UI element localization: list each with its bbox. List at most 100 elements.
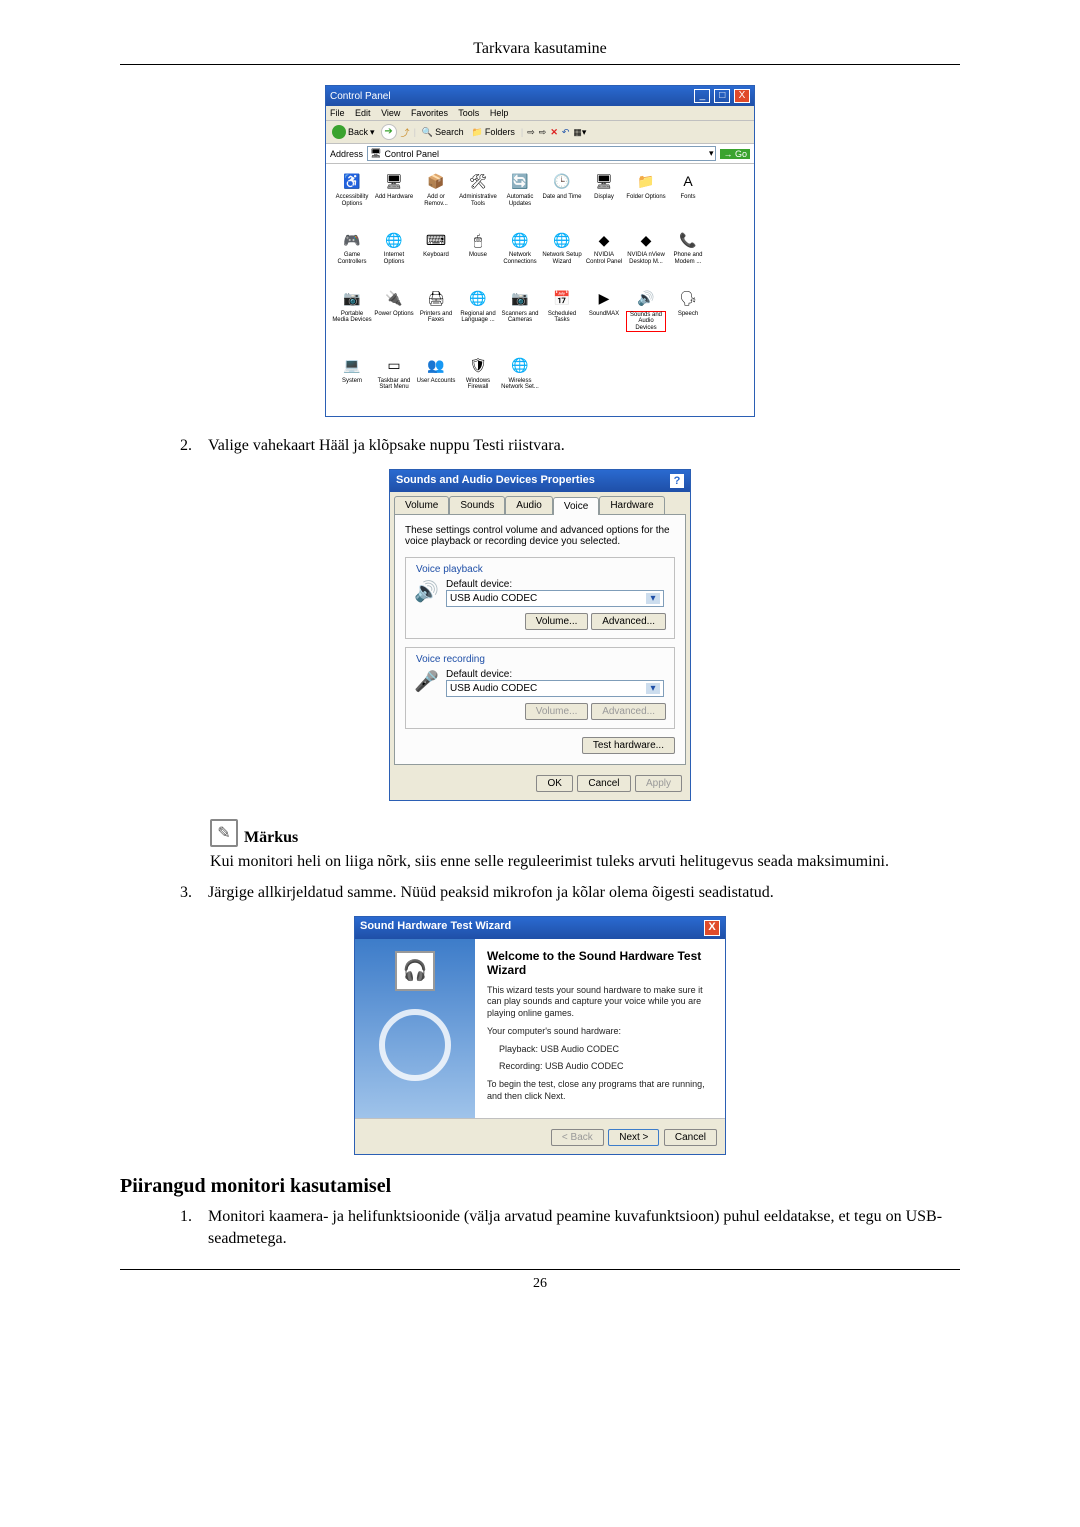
cp-item[interactable]: 📷Portable Media Devices <box>332 287 372 352</box>
cp-item[interactable]: ⌨Keyboard <box>416 228 456 284</box>
cp-item[interactable]: 🛠Administrative Tools <box>458 170 498 226</box>
close-icon[interactable]: X <box>734 89 750 103</box>
back-button[interactable]: Back ▾ <box>330 124 377 140</box>
wizard-window: Sound Hardware Test Wizard X 🎧 Welcome t… <box>354 916 726 1156</box>
cp-item[interactable]: 🌐Wireless Network Set... <box>500 354 540 410</box>
playback-volume-button[interactable]: Volume... <box>525 613 589 630</box>
menu-tools[interactable]: Tools <box>458 108 479 118</box>
recording-default-label: Default device: <box>446 669 666 680</box>
wizard-heading: Welcome to the Sound Hardware Test Wizar… <box>487 949 713 977</box>
note-label: Märkus <box>244 829 298 847</box>
chevron-down-icon: ▾ <box>646 683 660 694</box>
cp-item[interactable]: 🌐Regional and Language ... <box>458 287 498 352</box>
cp-item-icon: 🖥 <box>383 172 405 192</box>
item-number-1: 1. <box>180 1206 198 1249</box>
go-button[interactable]: → Go <box>720 149 750 159</box>
wizard-recording: Recording: USB Audio CODEC <box>487 1061 713 1073</box>
test-hardware-button[interactable]: Test hardware... <box>582 737 675 754</box>
cp-item[interactable]: ◆NVIDIA Control Panel <box>584 228 624 284</box>
move-icon[interactable]: ⇨ <box>527 127 535 138</box>
menu-view[interactable]: View <box>381 108 400 118</box>
close-icon[interactable]: X <box>704 920 720 936</box>
address-field[interactable]: 🖥 Control Panel ▾ <box>367 146 716 161</box>
tab-sounds[interactable]: Sounds <box>449 496 505 514</box>
menu-help[interactable]: Help <box>490 108 509 118</box>
recording-device-select[interactable]: USB Audio CODEC ▾ <box>446 680 664 697</box>
cp-item[interactable]: 🔄Automatic Updates <box>500 170 540 226</box>
cp-item[interactable]: 🖱Mouse <box>458 228 498 284</box>
playback-device-value: USB Audio CODEC <box>450 593 537 604</box>
playback-advanced-button[interactable]: Advanced... <box>591 613 666 630</box>
up-button[interactable]: ⤴ <box>401 126 410 139</box>
recording-advanced-button: Advanced... <box>591 703 666 720</box>
cp-item-icon: 📷 <box>509 289 531 309</box>
cp-item[interactable]: 🗣Speech <box>668 287 708 352</box>
ok-button[interactable]: OK <box>536 775 572 792</box>
tab-audio[interactable]: Audio <box>505 496 553 514</box>
cp-item[interactable]: 🛡Windows Firewall <box>458 354 498 410</box>
menu-favorites[interactable]: Favorites <box>411 108 448 118</box>
cp-item[interactable]: 📁Folder Options <box>626 170 666 226</box>
sp-buttons: OK Cancel Apply <box>390 769 690 800</box>
tab-hardware[interactable]: Hardware <box>599 496 664 514</box>
cp-icon-grid: ♿Accessibility Options🖥Add Hardware📦Add … <box>326 164 754 416</box>
cp-item[interactable]: ▭Taskbar and Start Menu <box>374 354 414 410</box>
cp-item-label: Wireless Network Set... <box>500 378 540 391</box>
cp-item-icon: ◆ <box>593 230 615 250</box>
wizard-next-button[interactable]: Next > <box>608 1129 659 1146</box>
cp-item[interactable]: 📷Scanners and Cameras <box>500 287 540 352</box>
cp-item[interactable]: 🌐Network Connections <box>500 228 540 284</box>
minimize-icon[interactable]: _ <box>694 89 710 103</box>
maximize-icon[interactable]: □ <box>714 89 730 103</box>
help-icon[interactable]: ? <box>670 474 684 488</box>
wizard-content: Welcome to the Sound Hardware Test Wizar… <box>475 939 725 1119</box>
cp-titlebar: Control Panel _ □ X <box>326 86 754 106</box>
sp-description: These settings control volume and advanc… <box>405 525 675 547</box>
cp-item[interactable]: 🎮Game Controllers <box>332 228 372 284</box>
cp-item[interactable]: 🔌Power Options <box>374 287 414 352</box>
cp-item[interactable]: AFonts <box>668 170 708 226</box>
apply-button: Apply <box>635 775 682 792</box>
cp-item[interactable]: 💻System <box>332 354 372 410</box>
cp-item[interactable]: 🖥Add Hardware <box>374 170 414 226</box>
cp-item[interactable]: 📞Phone and Modem ... <box>668 228 708 284</box>
cp-item[interactable]: 🕒Date and Time <box>542 170 582 226</box>
views-icon[interactable]: ▦▾ <box>573 127 586 138</box>
cp-item-icon: 🌐 <box>551 230 573 250</box>
step-text-2: Valige vahekaart Hääl ja klõpsake nuppu … <box>208 435 960 457</box>
cp-item[interactable]: 👥User Accounts <box>416 354 456 410</box>
playback-device-select[interactable]: USB Audio CODEC ▾ <box>446 590 664 607</box>
folders-button[interactable]: 📁 Folders <box>470 126 517 139</box>
cp-item[interactable]: 🌐Internet Options <box>374 228 414 284</box>
tab-volume[interactable]: Volume <box>394 496 449 514</box>
forward-button[interactable]: ➔ <box>381 124 397 140</box>
search-button[interactable]: 🔍 Search <box>420 126 466 139</box>
delete-icon[interactable]: ✕ <box>550 127 558 138</box>
cp-item[interactable]: ▶SoundMAX <box>584 287 624 352</box>
recording-volume-button: Volume... <box>525 703 589 720</box>
cp-item-label: Administrative Tools <box>458 194 498 207</box>
chevron-down-icon[interactable]: ▾ <box>709 148 714 159</box>
step-number-3: 3. <box>180 882 198 904</box>
wizard-cancel-button[interactable]: Cancel <box>664 1129 717 1146</box>
cancel-button[interactable]: Cancel <box>577 775 630 792</box>
copy-icon[interactable]: ⇨ <box>539 127 547 138</box>
wizard-playback: Playback: USB Audio CODEC <box>487 1044 713 1056</box>
cp-item[interactable]: ♿Accessibility Options <box>332 170 372 226</box>
tab-voice[interactable]: Voice <box>553 497 599 515</box>
cp-menubar: File Edit View Favorites Tools Help <box>326 106 754 121</box>
back-icon <box>332 125 346 139</box>
menu-file[interactable]: File <box>330 108 345 118</box>
cp-item[interactable]: 📅Scheduled Tasks <box>542 287 582 352</box>
cp-item[interactable]: 🖨Printers and Faxes <box>416 287 456 352</box>
cp-item-icon: ▭ <box>383 356 405 376</box>
cp-item[interactable]: ◆NVIDIA nView Desktop M... <box>626 228 666 284</box>
cp-item-label: Regional and Language ... <box>458 311 498 324</box>
cp-item[interactable]: 🌐Network Setup Wizard <box>542 228 582 284</box>
cp-item[interactable]: 🖥Display <box>584 170 624 226</box>
cp-item-icon: ▶ <box>593 289 615 309</box>
undo-icon[interactable]: ↶ <box>562 127 570 138</box>
menu-edit[interactable]: Edit <box>355 108 371 118</box>
cp-item[interactable]: 🔊Sounds and Audio Devices <box>626 287 666 352</box>
cp-item[interactable]: 📦Add or Remov... <box>416 170 456 226</box>
